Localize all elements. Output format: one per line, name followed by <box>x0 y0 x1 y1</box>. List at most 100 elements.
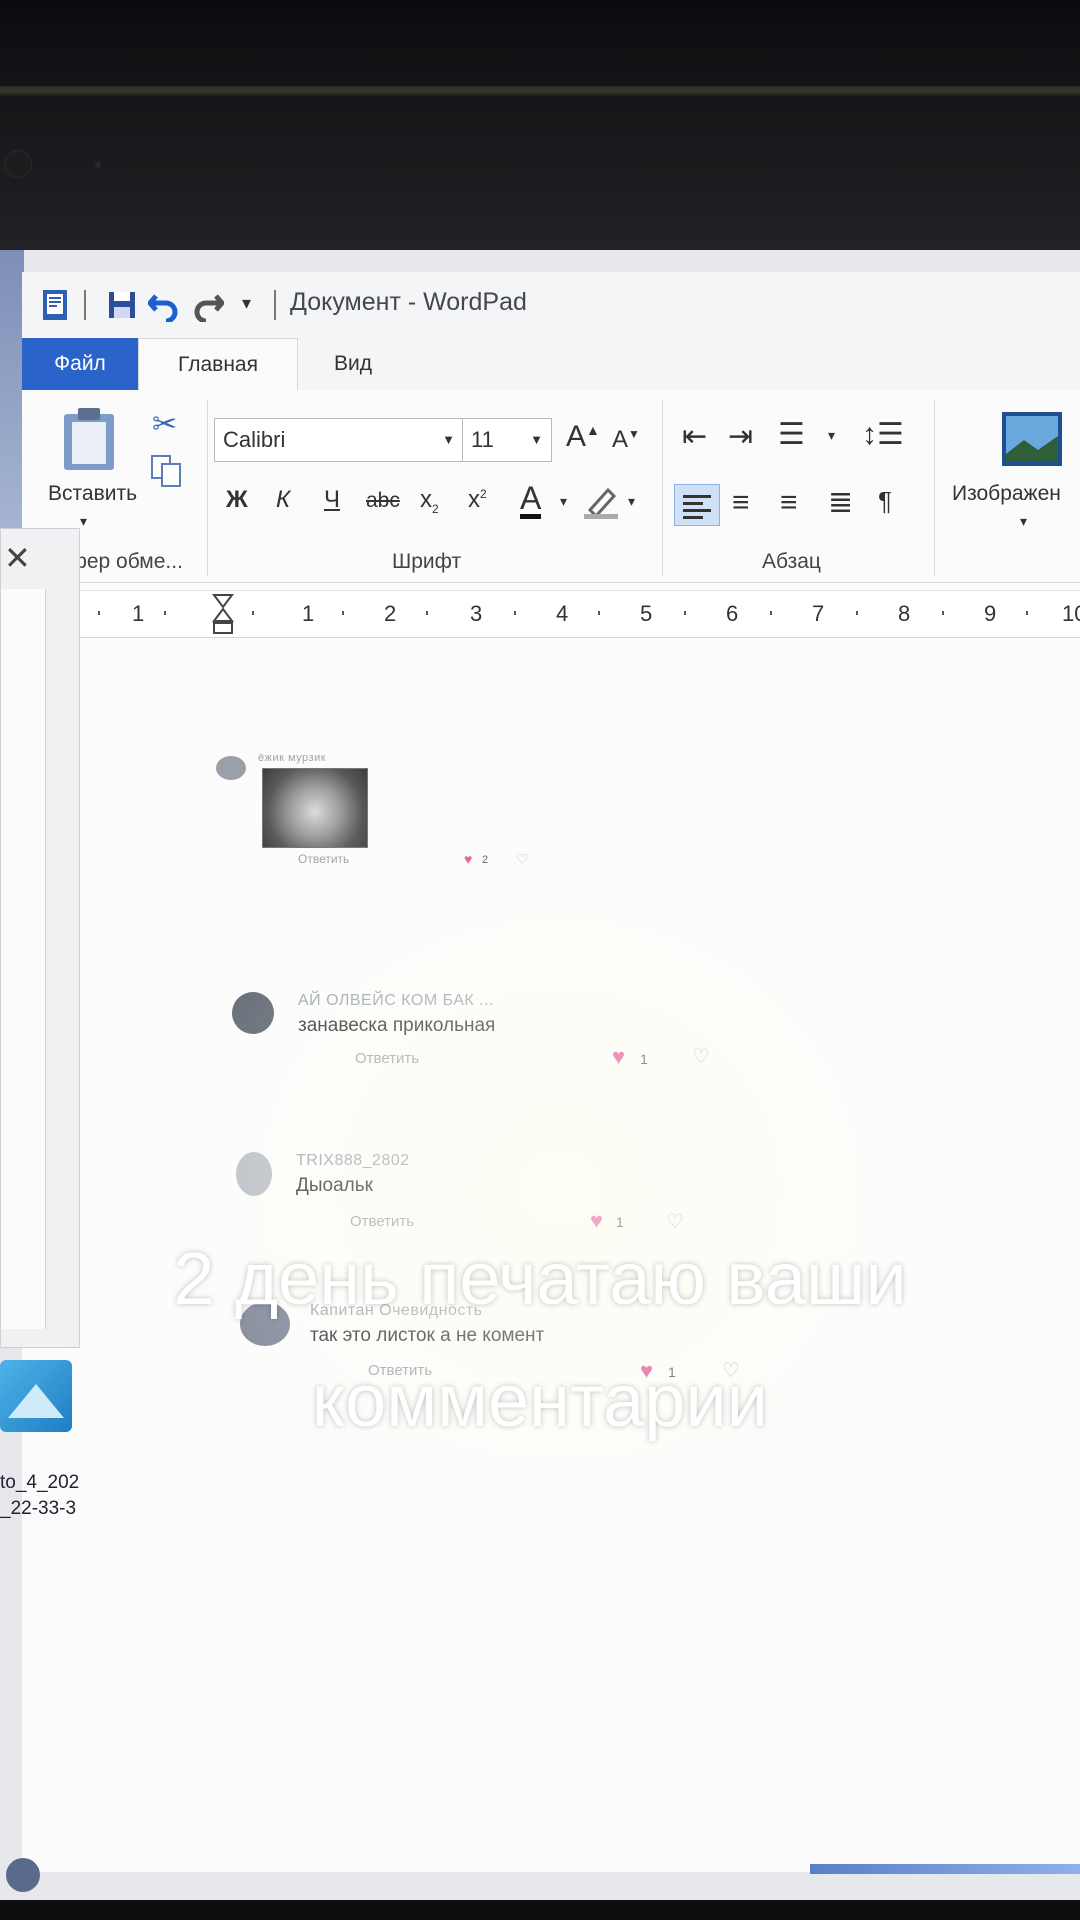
ribbon: Вставить ▾ ✂ Буфер обме... Calibri ▼ 11 ▼ … <box>22 390 1080 583</box>
tab-file[interactable]: Файл <box>22 338 138 390</box>
ruler-number: 9 <box>984 601 997 626</box>
font-family-value: Calibri <box>223 427 286 452</box>
chevron-down-icon: ▼ <box>530 432 543 447</box>
paragraph-icon[interactable]: ¶ <box>878 488 892 514</box>
highlight-dropdown-icon[interactable]: ▾ <box>628 494 635 508</box>
side-panel-content <box>1 589 46 1329</box>
save-icon[interactable] <box>106 288 138 322</box>
redo-icon[interactable] <box>192 288 224 322</box>
bullets-icon[interactable]: ☰ <box>778 420 805 450</box>
close-icon[interactable]: ✕ <box>4 539 31 577</box>
font-size-combo[interactable]: 11 ▼ <box>462 418 552 462</box>
tab-home[interactable]: Главная <box>138 338 298 390</box>
ruler-number: 3 <box>470 601 483 626</box>
tab-view[interactable]: Вид <box>312 338 394 390</box>
picture-icon[interactable] <box>1000 410 1064 468</box>
line-spacing-icon[interactable]: ↕☰ <box>862 420 904 450</box>
ruler-number: 2 <box>384 601 397 626</box>
dislike-icon: ♡ <box>692 1046 710 1068</box>
ruler-tick <box>942 611 944 615</box>
desktop-file-label: _22-33-3 <box>0 1498 77 1519</box>
comment-text: так это листок а не комент <box>310 1325 545 1346</box>
comment-text: Дыоальк <box>296 1175 373 1196</box>
bold-button[interactable]: Ж <box>226 488 248 512</box>
decrease-indent-icon[interactable]: ⇤ <box>682 422 707 452</box>
paste-dropdown-icon[interactable]: ▾ <box>80 514 87 528</box>
ruler-tick <box>514 611 516 615</box>
underline-button[interactable]: Ч <box>324 488 340 512</box>
overlay-caption-line-2: комментарии <box>311 1359 769 1442</box>
comment-username: АЙ ОЛВЕЙС КОМ БАК ... <box>298 992 495 1009</box>
font-color-dropdown-icon[interactable]: ▾ <box>560 494 567 508</box>
font-size-value: 11 <box>471 427 494 452</box>
group-divider <box>207 400 208 576</box>
align-center-icon[interactable]: ≡ <box>732 488 750 518</box>
customize-toolbar-icon[interactable]: ▾ <box>242 294 251 312</box>
ruler-tick <box>598 611 600 615</box>
desktop-wallpaper <box>0 250 24 550</box>
subscript-icon[interactable]: x2 <box>420 488 439 515</box>
reply-link: Ответить <box>298 852 350 866</box>
paste-button[interactable]: Вставить <box>48 482 137 506</box>
increase-indent-icon[interactable]: ⇥ <box>728 422 753 452</box>
dislike-icon: ♡ <box>666 1211 684 1233</box>
bullets-dropdown-icon[interactable]: ▾ <box>828 428 835 442</box>
ruler-number: 10 <box>1062 601 1080 626</box>
overlay-caption-line-1: 2 день печатаю ваши <box>173 1237 907 1320</box>
ruler-number: 1 <box>302 601 315 626</box>
ruler-number: 6 <box>726 601 739 626</box>
strikethrough-button[interactable]: abc <box>366 490 400 511</box>
group-divider <box>934 400 935 576</box>
title-bar: ▾ Документ - WordPad <box>22 272 1080 339</box>
copy-icon[interactable] <box>150 454 184 488</box>
reply-link: Ответить <box>350 1213 415 1230</box>
insert-picture-button[interactable]: Изображен <box>952 482 1061 506</box>
ruler: 1 1 2 3 4 5 6 7 8 9 10 <box>46 590 1080 638</box>
chevron-down-icon: ▼ <box>442 432 455 447</box>
taskbar-app-icon[interactable] <box>6 1858 40 1892</box>
paste-icon[interactable] <box>62 406 116 472</box>
heart-icon: ♥ <box>464 851 473 867</box>
indent-marker-icon[interactable] <box>212 593 234 635</box>
cut-icon[interactable]: ✂ <box>152 410 177 440</box>
bezel-edge <box>0 86 1080 96</box>
align-left-button[interactable] <box>674 484 720 526</box>
undo-icon[interactable] <box>148 288 180 322</box>
webcam <box>4 150 32 178</box>
group-divider <box>662 400 663 576</box>
align-right-icon[interactable]: ≡ <box>780 488 798 518</box>
grow-font-icon[interactable]: A▲ <box>566 422 600 452</box>
highlight-icon[interactable] <box>582 484 622 520</box>
avatar <box>232 992 274 1034</box>
title-separator <box>274 290 276 320</box>
picture-dropdown-icon[interactable]: ▾ <box>1020 514 1027 528</box>
font-color-icon[interactable]: A <box>520 482 542 519</box>
ribbon-tabs: Файл Главная Вид <box>22 338 1080 390</box>
side-panel: ✕ <box>0 528 80 1348</box>
ruler-tick <box>426 611 428 615</box>
ruler-tick <box>770 611 772 615</box>
heart-icon: ♥ <box>612 1044 626 1069</box>
font-group-label: Шрифт <box>392 550 462 573</box>
ruler-tick <box>1026 611 1028 615</box>
window-title: Документ - WordPad <box>290 288 527 316</box>
comment-username: ёжик мурзик <box>258 752 327 764</box>
ruler-tick <box>684 611 686 615</box>
justify-icon[interactable]: ≣ <box>828 488 853 518</box>
font-family-combo[interactable]: Calibri ▼ <box>214 418 464 462</box>
qa-separator <box>84 290 86 320</box>
italic-button[interactable]: К <box>276 488 290 512</box>
shrink-font-icon[interactable]: A▼ <box>612 428 640 452</box>
ruler-tick <box>164 611 166 615</box>
ruler-number: 8 <box>898 601 911 626</box>
ruler-tick <box>98 611 100 615</box>
like-count: 1 <box>616 1214 624 1230</box>
reply-link: Ответить <box>355 1050 420 1067</box>
avatar <box>236 1152 272 1196</box>
superscript-icon[interactable]: x2 <box>468 488 487 512</box>
ruler-tick <box>252 611 254 615</box>
avatar <box>216 756 246 780</box>
ruler-number: 1 <box>132 601 145 626</box>
wordpad-app-icon[interactable] <box>40 288 72 322</box>
comment-text: занавеска прикольная <box>298 1015 496 1036</box>
